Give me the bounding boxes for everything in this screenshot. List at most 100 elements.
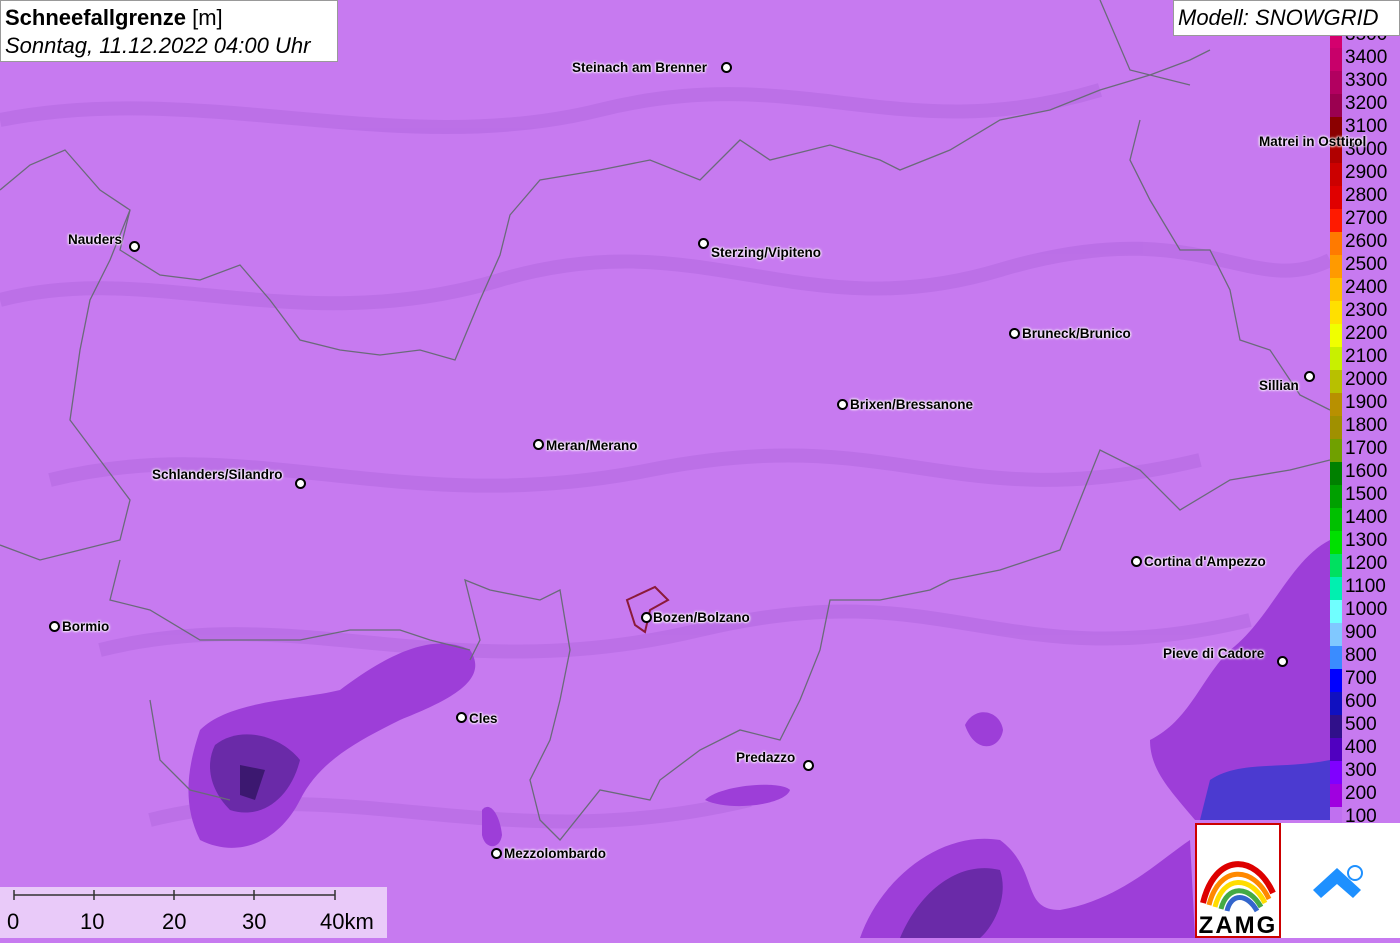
scale-label-30: 30 xyxy=(242,909,267,934)
city-marker-cles[interactable] xyxy=(456,712,467,723)
city-marker-nauders[interactable] xyxy=(129,241,140,252)
city-label-schlanders: Schlanders/Silandro xyxy=(152,467,283,482)
legend-swatch xyxy=(1330,462,1342,485)
legend-label: 2900 xyxy=(1345,162,1388,183)
legend-label: 1800 xyxy=(1345,415,1388,436)
legend-label: 300 xyxy=(1345,760,1377,781)
logo-panel: ZAMG xyxy=(1195,823,1400,939)
city-marker-bruneck[interactable] xyxy=(1009,328,1020,339)
legend-swatch xyxy=(1330,692,1342,715)
scale-label-10: 10 xyxy=(80,909,105,934)
legend-label: 1400 xyxy=(1345,507,1388,528)
city-marker-cortina[interactable] xyxy=(1131,556,1142,567)
city-marker-steinach[interactable] xyxy=(721,62,732,73)
legend-swatch xyxy=(1330,186,1342,209)
city-marker-meran[interactable] xyxy=(533,439,544,450)
city-label-cles: Cles xyxy=(469,711,498,726)
legend-swatch xyxy=(1330,738,1342,761)
map-unit: [m] xyxy=(192,5,223,30)
legend-label: 1900 xyxy=(1345,392,1388,413)
city-label-pieve: Pieve di Cadore xyxy=(1163,646,1265,661)
legend-swatch xyxy=(1330,209,1342,232)
city-label-steinach: Steinach am Brenner xyxy=(572,60,708,75)
city-marker-brixen[interactable] xyxy=(837,399,848,410)
city-marker-bormio[interactable] xyxy=(49,621,60,632)
legend-label: 3500 xyxy=(1345,36,1387,44)
legend-swatch xyxy=(1330,669,1342,692)
legend-label: 2500 xyxy=(1345,254,1388,275)
legend-swatch xyxy=(1330,393,1342,416)
model-label: Modell: SNOWGRID xyxy=(1173,0,1400,36)
weather-icon xyxy=(1313,865,1363,898)
legend-label: 700 xyxy=(1345,668,1377,689)
legend-swatch xyxy=(1330,531,1342,554)
legend-swatch xyxy=(1330,508,1342,531)
legend-label: 800 xyxy=(1345,645,1377,666)
legend-label: 3300 xyxy=(1345,70,1388,91)
legend-swatch xyxy=(1330,554,1342,577)
legend-swatch xyxy=(1330,600,1342,623)
legend-label: 2000 xyxy=(1345,369,1388,390)
legend-label: 1700 xyxy=(1345,438,1388,459)
legend-swatch xyxy=(1330,416,1342,439)
legend-label: 2300 xyxy=(1345,300,1388,321)
legend-swatch xyxy=(1330,71,1342,94)
legend-label: 2800 xyxy=(1345,185,1388,206)
city-label-meran: Meran/Merano xyxy=(546,438,638,453)
legend-label: 200 xyxy=(1345,783,1377,804)
map-title: Schneefallgrenze xyxy=(5,5,186,30)
scale-bar: 0 10 20 30 40km xyxy=(0,887,387,938)
legend-swatch xyxy=(1330,36,1342,48)
legend-swatch xyxy=(1330,324,1342,347)
city-marker-sillian[interactable] xyxy=(1304,371,1315,382)
legend-label: 1500 xyxy=(1345,484,1388,505)
city-marker-sterzing[interactable] xyxy=(698,238,709,249)
legend-swatch xyxy=(1330,485,1342,508)
legend-swatch xyxy=(1330,623,1342,646)
city-label-nauders: Nauders xyxy=(68,232,123,247)
legend-swatch xyxy=(1330,163,1342,186)
legend-label: 1600 xyxy=(1345,461,1388,482)
legend-swatch xyxy=(1330,784,1342,807)
city-label-cortina: Cortina d'Ampezzo xyxy=(1144,554,1266,569)
zamg-logo: ZAMG xyxy=(1195,823,1363,939)
legend-swatch xyxy=(1330,439,1342,462)
legend-label: 1100 xyxy=(1345,576,1386,597)
city-marker-pieve[interactable] xyxy=(1277,656,1288,667)
legend-label: 500 xyxy=(1345,714,1377,735)
legend-label: 2400 xyxy=(1345,277,1388,298)
legend-swatch xyxy=(1330,301,1342,324)
legend-label: 3200 xyxy=(1345,93,1388,114)
legend-label: 2700 xyxy=(1345,208,1388,229)
map-title-box: Schneefallgrenze [m] Sonntag, 11.12.2022… xyxy=(0,0,338,62)
legend-swatch xyxy=(1330,715,1342,738)
city-label-sterzing: Sterzing/Vipiteno xyxy=(711,245,822,260)
city-label-matrei: Matrei in Osttirol xyxy=(1259,134,1367,149)
legend-swatch xyxy=(1330,94,1342,117)
legend-swatch xyxy=(1330,577,1342,600)
legend-swatch xyxy=(1330,347,1342,370)
legend-swatch xyxy=(1330,48,1342,71)
city-marker-bozen[interactable] xyxy=(641,612,652,623)
legend-swatch xyxy=(1330,278,1342,301)
legend-swatch xyxy=(1330,761,1342,784)
map-datetime: Sonntag, 11.12.2022 04:00 Uhr xyxy=(5,33,311,58)
legend-label: 2100 xyxy=(1345,346,1388,367)
scale-label-0: 0 xyxy=(7,909,20,934)
scale-label-40: 40km xyxy=(320,909,374,934)
city-label-sillian: Sillian xyxy=(1259,378,1299,393)
legend-swatch xyxy=(1330,370,1342,393)
zamg-text: ZAMG xyxy=(1199,912,1278,938)
legend-label: 2600 xyxy=(1345,231,1388,252)
legend-label: 1000 xyxy=(1345,599,1388,620)
city-label-predazzo: Predazzo xyxy=(736,750,796,765)
legend-swatch xyxy=(1330,255,1342,278)
legend-swatch xyxy=(1330,232,1342,255)
city-marker-schlanders[interactable] xyxy=(295,478,306,489)
city-marker-predazzo[interactable] xyxy=(803,760,814,771)
city-label-bruneck: Bruneck/Brunico xyxy=(1022,326,1131,341)
legend-label: 100 xyxy=(1345,806,1377,824)
city-marker-mezzolombardo[interactable] xyxy=(491,848,502,859)
city-label-brixen: Brixen/Bressanone xyxy=(850,397,974,412)
city-label-bormio: Bormio xyxy=(62,619,110,634)
